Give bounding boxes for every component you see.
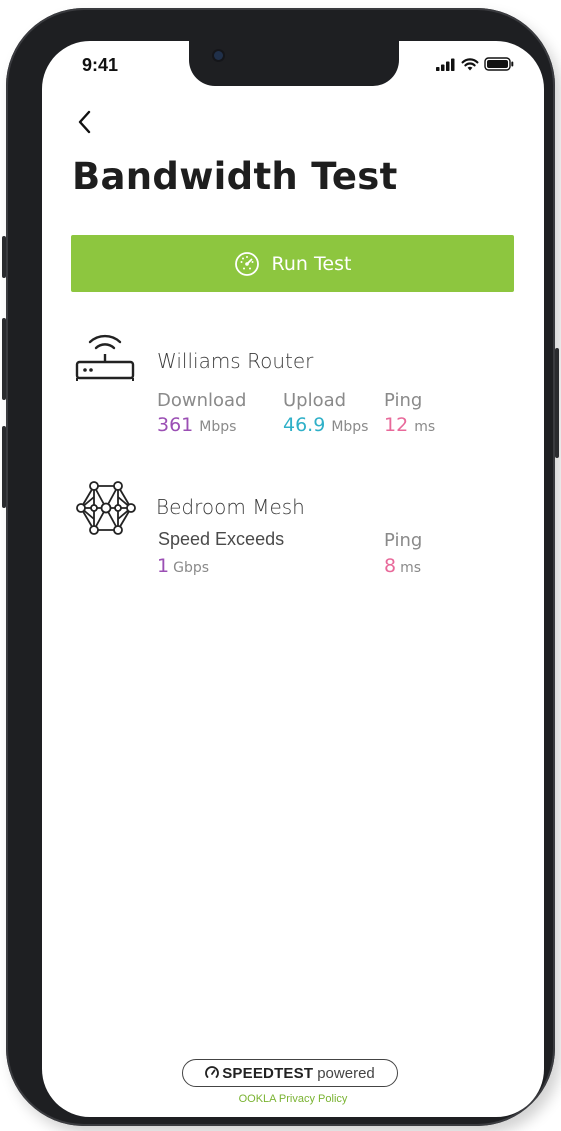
powered-text: powered xyxy=(317,1064,375,1082)
ping-unit: ms xyxy=(414,419,436,435)
download-value: 361 Mbps xyxy=(157,414,236,436)
side-button-left-2 xyxy=(2,318,6,400)
run-test-button[interactable]: Run Test xyxy=(71,235,514,292)
upload-number: 46.9 xyxy=(283,414,326,436)
battery-icon xyxy=(484,57,514,71)
notch xyxy=(189,41,399,86)
speedtest-gauge-icon xyxy=(205,1066,220,1078)
ping-label: Ping xyxy=(384,530,423,551)
router-icon xyxy=(75,334,135,381)
ping-label: Ping xyxy=(384,390,423,411)
side-button-right xyxy=(555,348,559,458)
wifi-icon xyxy=(461,57,479,70)
ping-value: 12 ms xyxy=(384,414,435,436)
privacy-policy-link[interactable]: OOKLA Privacy Policy xyxy=(42,1093,544,1105)
device-name: Bedroom Mesh xyxy=(156,495,305,519)
side-button-left-1 xyxy=(2,236,6,278)
upload-unit: Mbps xyxy=(331,419,369,435)
ping-unit: ms xyxy=(400,560,422,576)
camera-icon xyxy=(214,51,223,60)
speedometer-icon xyxy=(234,251,259,276)
speed-unit: Gbps xyxy=(173,560,210,576)
download-label: Download xyxy=(157,390,247,411)
upload-label: Upload xyxy=(283,390,347,411)
mesh-network-icon xyxy=(76,481,136,535)
upload-value: 46.9 Mbps xyxy=(283,414,368,436)
ping-number: 8 xyxy=(384,555,397,577)
speed-exceeds-label: Speed Exceeds xyxy=(158,529,285,549)
status-icons xyxy=(436,57,514,71)
ping-number: 12 xyxy=(384,414,409,436)
status-time: 9:41 xyxy=(82,55,119,75)
speed-value: 1 Gbps xyxy=(157,555,209,577)
ping-value: 8 ms xyxy=(384,555,421,577)
device-name: Williams Router xyxy=(157,349,314,373)
download-number: 361 xyxy=(157,414,194,436)
download-unit: Mbps xyxy=(199,419,237,435)
run-test-label: Run Test xyxy=(271,252,352,275)
page-title: Bandwidth Test xyxy=(72,155,398,198)
speed-number: 1 xyxy=(157,555,170,577)
speedtest-logo: SPEEDTEST powered xyxy=(182,1059,398,1087)
speedtest-wordmark: SPEEDTEST xyxy=(222,1064,314,1082)
phone-frame: 9:41 Bandwidth Test Run Test Williams Ro… xyxy=(2,8,559,1126)
screen: 9:41 Bandwidth Test Run Test Williams Ro… xyxy=(42,41,544,1117)
side-button-left-3 xyxy=(2,426,6,508)
signal-icon xyxy=(436,58,455,71)
back-chevron-icon[interactable] xyxy=(74,108,98,136)
